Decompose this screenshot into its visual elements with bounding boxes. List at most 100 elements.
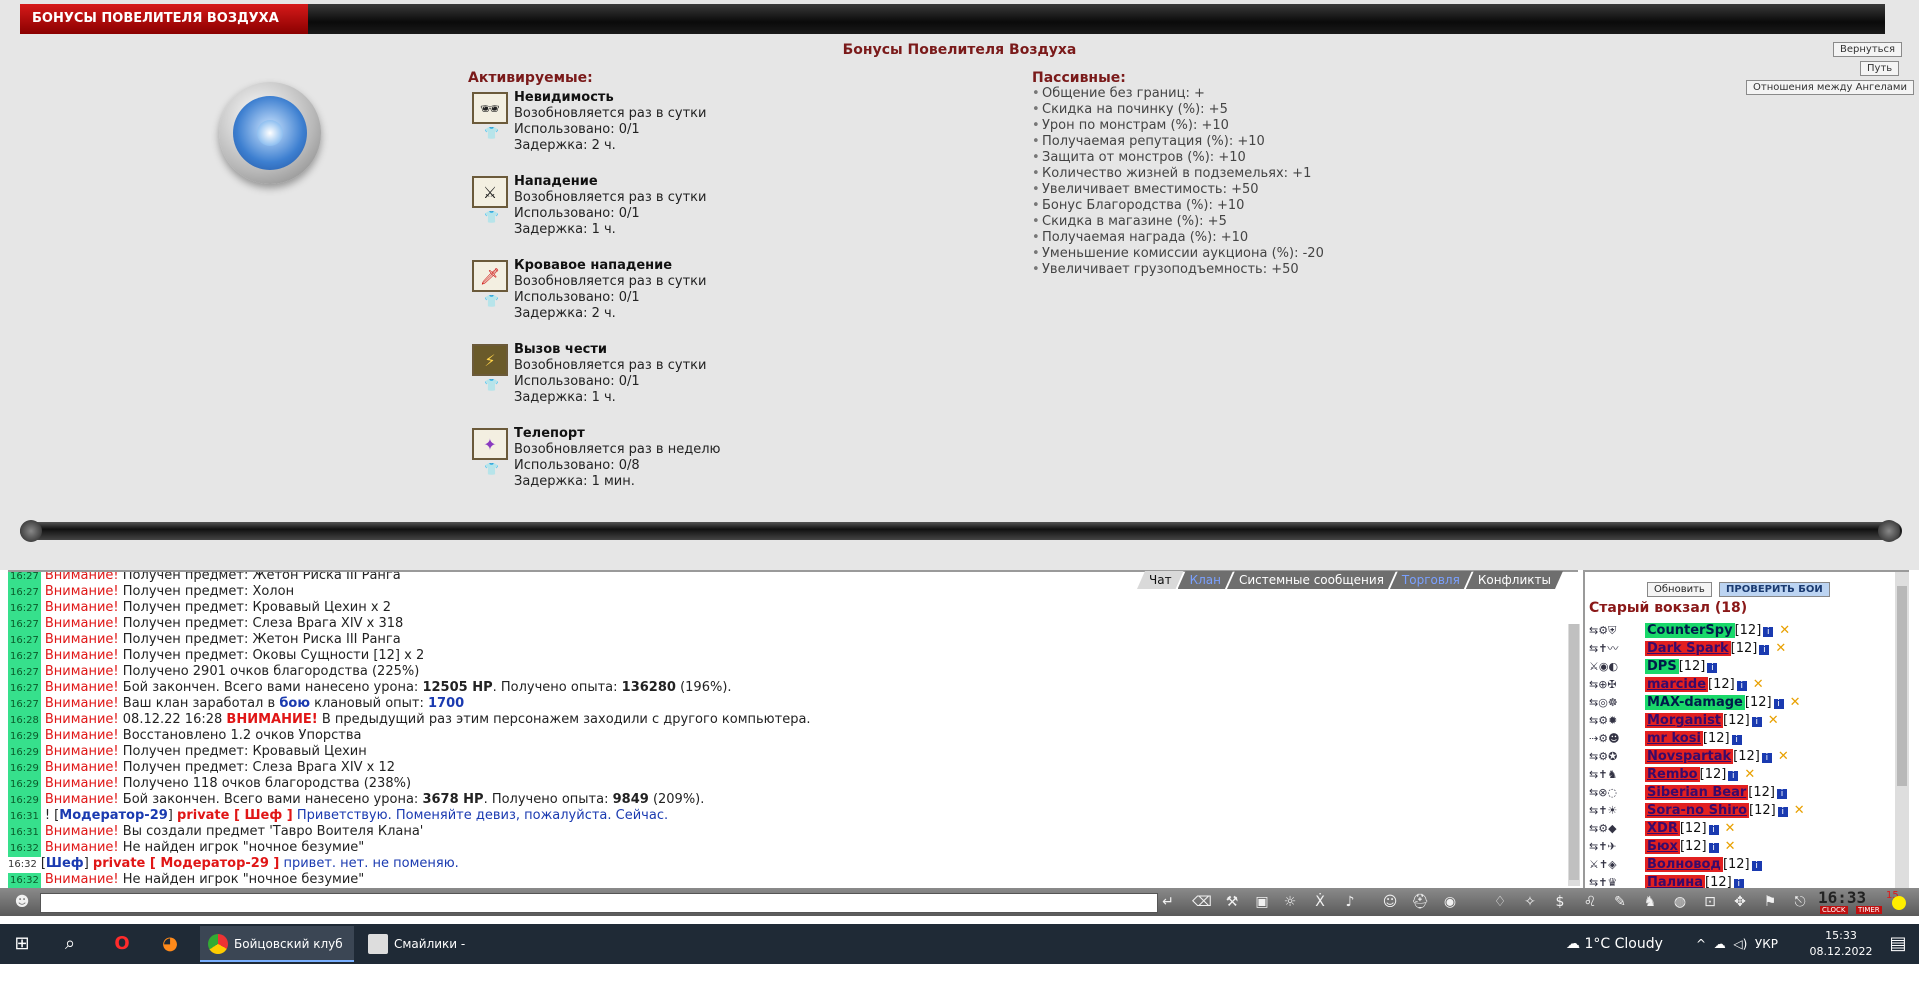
sender-link[interactable]: Шеф <box>46 856 84 871</box>
battle-link[interactable]: бою <box>279 696 310 711</box>
user-row[interactable]: ⇆✝〰 Dark Spark [12] i ✕ <box>1589 640 1786 658</box>
user-name[interactable]: XDR <box>1645 821 1680 836</box>
skill-invisibility[interactable]: 🕶 👕 Невидимость Возобновляется раз в сут… <box>472 90 792 170</box>
weather-widget[interactable]: ☁ 1°C Cloudy <box>1566 924 1663 964</box>
attack-icon[interactable]: ⚔ <box>472 176 508 208</box>
info-icon[interactable]: i <box>1777 807 1788 817</box>
tab-system-messages[interactable]: Системные сообщения <box>1227 571 1396 589</box>
user-row[interactable]: ⇆⚙◆ XDR [12] i ✕ <box>1589 820 1735 838</box>
skill-blood-attack[interactable]: 🗡 👕 Кровавое нападение Возобновляется ра… <box>472 258 792 338</box>
globe-icon[interactable]: ◍ <box>1670 892 1690 912</box>
user-name[interactable]: Волновод <box>1645 857 1723 872</box>
user-row[interactable]: ⇆⚙⛨ CounterSpy [12] i ✕ <box>1589 622 1790 640</box>
info-icon[interactable]: i <box>1763 627 1774 637</box>
opera-icon[interactable]: O <box>110 932 134 956</box>
scroll-icon[interactable]: ✎ <box>1610 892 1630 912</box>
timer-label[interactable]: TIMER <box>1856 906 1882 914</box>
user-row[interactable]: ⇆✝♞ Rembo [12] i ✕ <box>1589 766 1755 784</box>
taskbar-app-smileys[interactable]: Смайлики - Googl... <box>360 926 514 987</box>
translit-icon[interactable]: Ẋ <box>1310 892 1330 912</box>
attack-x-icon[interactable]: ✕ <box>1778 749 1789 764</box>
sunglasses-icon[interactable]: 🕶 <box>472 92 508 124</box>
info-icon[interactable]: i <box>1759 645 1770 655</box>
users-scrollbar[interactable] <box>1895 572 1909 890</box>
bag-icon[interactable]: ♢ <box>1490 892 1510 912</box>
taskbar-app-fight-club[interactable]: Бойцовский клуб ... <box>200 926 354 987</box>
user-name[interactable]: mr kosi <box>1645 731 1703 746</box>
user-row[interactable]: ⇆✝☀ Sora-no Shiro [12] i ✕ <box>1589 802 1805 820</box>
user-row[interactable]: ⚔✝◈ Волновод [12] i <box>1589 856 1768 874</box>
user-row[interactable]: ⇆✝✈ Бюх [12] i ✕ <box>1589 838 1736 856</box>
lock-icon[interactable]: ⊡ <box>1700 892 1720 912</box>
language-indicator[interactable]: УКР <box>1755 937 1778 951</box>
chevron-up-icon[interactable]: ^ <box>1696 937 1706 951</box>
tab-clan[interactable]: Клан <box>1178 571 1233 589</box>
windows-start-icon[interactable]: ⊞ <box>10 932 34 956</box>
send-icon[interactable]: ↵ <box>1158 892 1178 912</box>
tab-trade[interactable]: Торговля <box>1390 571 1472 589</box>
users-scroll-thumb[interactable] <box>1897 586 1907 786</box>
user-row[interactable]: ⇢⚙☻ mr kosi [12] i <box>1589 730 1748 748</box>
attack-x-icon[interactable]: ✕ <box>1725 839 1736 854</box>
attack-x-icon[interactable]: ✕ <box>1768 713 1779 728</box>
user-row[interactable]: ⇆⊗◌ Siberian Bear [12] i <box>1589 784 1793 802</box>
chat-log[interactable]: 16:27 Внимание! Получен предмет: Жетон Ри… <box>8 570 1578 888</box>
knight-icon[interactable]: ♞ <box>1640 892 1660 912</box>
attack-x-icon[interactable]: ✕ <box>1744 767 1755 782</box>
info-icon[interactable]: i <box>1751 717 1762 727</box>
attack-x-icon[interactable]: ✕ <box>1725 821 1736 836</box>
honor-challenge-icon[interactable]: ⚡ <box>472 344 508 376</box>
info-icon[interactable]: i <box>1708 825 1719 835</box>
bird-icon[interactable]: ✥ <box>1730 892 1750 912</box>
attack-x-icon[interactable]: ✕ <box>1775 641 1786 656</box>
dancer-icon[interactable]: ✧ <box>1520 892 1540 912</box>
helmet-icon[interactable]: ⛑ <box>1410 892 1430 912</box>
smiley-menu-icon[interactable]: ☻ <box>12 892 32 912</box>
clock-label[interactable]: CLOCK <box>1820 906 1848 914</box>
user-name[interactable]: Бюх <box>1645 839 1680 854</box>
lion-icon[interactable]: ♌ <box>1580 892 1600 912</box>
attack-x-icon[interactable]: ✕ <box>1790 695 1801 710</box>
status-dot[interactable] <box>1892 896 1906 910</box>
info-icon[interactable]: i <box>1707 663 1718 673</box>
user-name[interactable]: Sora-no Shiro <box>1645 803 1750 818</box>
save-icon[interactable]: ▣ <box>1252 892 1272 912</box>
user-name[interactable]: Novspartak <box>1645 749 1734 764</box>
angels-relations-button[interactable]: Отношения между Ангелами <box>1746 80 1914 95</box>
tab-chat[interactable]: Чат <box>1137 571 1184 589</box>
info-icon[interactable]: i <box>1776 789 1787 799</box>
info-icon[interactable]: i <box>1731 735 1742 745</box>
music-icon[interactable]: ♪ <box>1340 892 1360 912</box>
info-icon[interactable]: i <box>1761 753 1772 763</box>
user-name[interactable]: CounterSpy <box>1645 623 1735 638</box>
tab-conflicts[interactable]: Конфликты <box>1466 571 1563 589</box>
user-name[interactable]: DPS <box>1645 659 1679 674</box>
user-row[interactable]: ⇆⚙✪ Novspartak [12] i ✕ <box>1589 748 1789 766</box>
user-row[interactable]: ⇆⊕✠ marcide [12] i ✕ <box>1589 676 1764 694</box>
taskbar-clock[interactable]: 15:33 08.12.2022 <box>1806 928 1876 960</box>
skill-honor-challenge[interactable]: ⚡ 👕 Вызов чести Возобновляется раз в сут… <box>472 342 792 422</box>
gun-icon[interactable]: ⚒ <box>1222 892 1242 912</box>
user-name[interactable]: Siberian Bear <box>1645 785 1749 800</box>
onedrive-icon[interactable]: ☁ <box>1714 937 1726 951</box>
chat-input[interactable] <box>40 893 1158 913</box>
info-icon[interactable]: i <box>1708 843 1719 853</box>
eraser-icon[interactable]: ⌫ <box>1192 892 1212 912</box>
back-button[interactable]: Вернуться <box>1833 42 1903 57</box>
user-row[interactable]: ⇆◎☸ MAX-damage [12] i ✕ <box>1589 694 1800 712</box>
user-row[interactable]: ⚔◉◐ DPS [12] i <box>1589 658 1723 676</box>
skill-teleport[interactable]: ✦ 👕 Телепорт Возобновляется раз в неделю… <box>472 426 792 506</box>
smile-icon[interactable]: ☺ <box>1380 892 1400 912</box>
chat-scroll-thumb[interactable] <box>1569 624 1579 880</box>
skill-attack[interactable]: ⚔ 👕 Нападение Возобновляется раз в сутки… <box>472 174 792 254</box>
target-icon[interactable]: ◉ <box>1440 892 1460 912</box>
blood-attack-icon[interactable]: 🗡 <box>472 260 508 292</box>
info-icon[interactable]: i <box>1728 771 1739 781</box>
flag-icon[interactable]: ⚑ <box>1760 892 1780 912</box>
chat-scrollbar[interactable] <box>1568 624 1580 886</box>
attack-x-icon[interactable]: ✕ <box>1794 803 1805 818</box>
user-name[interactable]: Dark Spark <box>1645 641 1731 656</box>
path-button[interactable]: Путь <box>1860 61 1900 76</box>
firefox-icon[interactable]: ◕ <box>158 932 182 956</box>
check-battles-button[interactable]: ПРОВЕРИТЬ БОИ <box>1719 582 1830 597</box>
